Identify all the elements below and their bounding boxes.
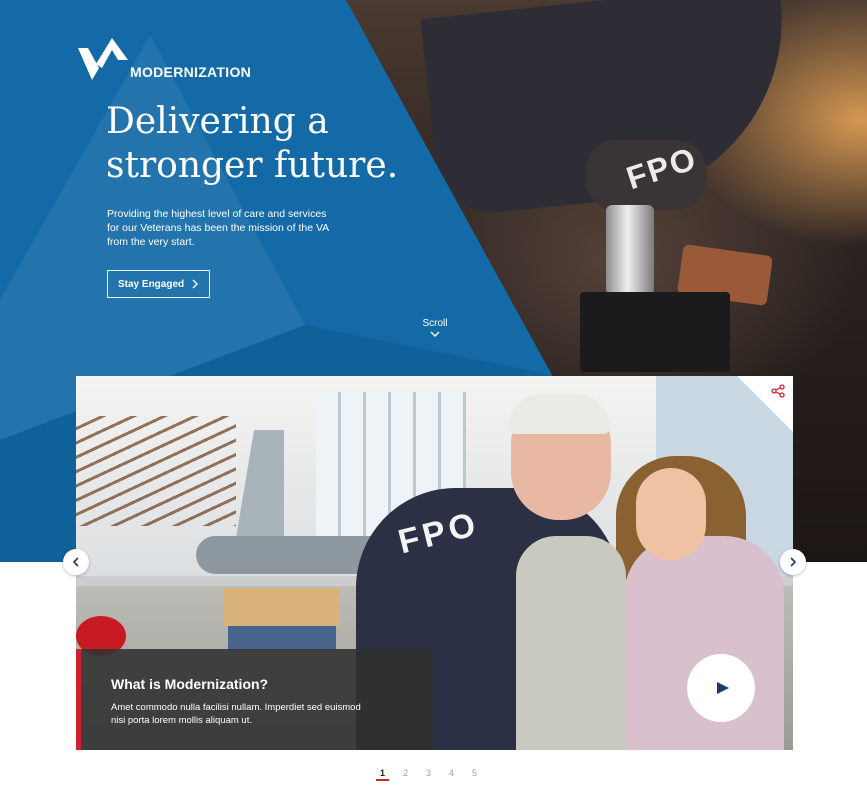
slide-caption-title[interactable]: What is Modernization? — [111, 676, 268, 692]
slide-photo-man-sweater — [516, 536, 626, 750]
scroll-label: Scroll — [422, 318, 448, 329]
hero-photo-prosthetic-base — [580, 292, 730, 372]
modernization-logo[interactable]: MODERNIZATION — [78, 38, 251, 82]
carousel-slide: FPO What is Modernization? Amet commodo … — [76, 376, 793, 750]
carousel-next-button[interactable] — [780, 549, 806, 575]
slide-photo-display-base — [228, 626, 336, 650]
caption-accent-tab — [76, 677, 78, 689]
share-button[interactable] — [771, 384, 785, 398]
hero-headline-line2: stronger future. — [106, 145, 399, 186]
stay-engaged-label: Stay Engaged — [118, 278, 185, 290]
slide-photo-man-hair — [508, 394, 610, 434]
scroll-indicator[interactable]: Scroll — [418, 318, 452, 338]
share-icon — [771, 384, 785, 398]
pagination-page-4[interactable]: 4 — [447, 768, 456, 778]
carousel-prev-button[interactable] — [63, 549, 89, 575]
chevron-left-icon — [72, 557, 80, 567]
chevron-right-icon — [191, 279, 199, 289]
play-video-button[interactable] — [687, 654, 755, 722]
hero-headline: Delivering a stronger future. — [106, 100, 406, 188]
hero-headline-line1: Delivering a — [106, 101, 329, 142]
slide-photo-display-table — [224, 588, 340, 626]
slide-photo-stairs — [76, 416, 236, 526]
slide-photo-woman-face — [636, 468, 706, 560]
slide-caption-text: Amet commodo nulla facilisi nullam. Impe… — [111, 702, 361, 726]
carousel-pagination: 1 2 3 4 5 — [376, 768, 479, 781]
hero-photo-prosthetic-pylon — [606, 205, 654, 295]
play-icon — [712, 681, 730, 695]
pagination-page-3[interactable]: 3 — [424, 768, 433, 778]
stay-engaged-button[interactable]: Stay Engaged — [107, 270, 210, 298]
pagination-page-2[interactable]: 2 — [401, 768, 410, 778]
pagination-page-1[interactable]: 1 — [376, 768, 389, 781]
pagination-page-5[interactable]: 5 — [470, 768, 479, 778]
slide-caption: What is Modernization? Amet commodo null… — [76, 649, 434, 750]
logo-text: MODERNIZATION — [130, 64, 252, 80]
chevron-right-icon — [789, 557, 797, 567]
va-chevron-logo-icon — [78, 38, 128, 82]
chevron-down-icon — [418, 331, 452, 338]
hero-subtext: Providing the highest level of care and … — [107, 208, 329, 248]
